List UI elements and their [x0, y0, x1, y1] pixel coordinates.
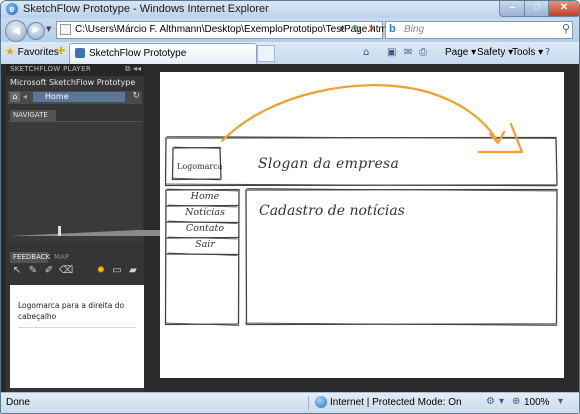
back-arrow-icon[interactable]: ◂ [23, 92, 27, 101]
page-menu[interactable]: Page ▾ [445, 46, 476, 60]
select-tool-icon[interactable]: ↖ [11, 265, 23, 277]
feedback-area[interactable]: Logomarca para a direita do cabeçalho [10, 285, 144, 388]
tools-menu-label: Tools [512, 47, 536, 58]
help-icon[interactable]: ? [545, 47, 550, 58]
feedback-divider [18, 327, 136, 328]
search-box[interactable]: b Bing ⚲ [385, 21, 573, 39]
refresh-icon[interactable]: ↻ [350, 23, 364, 37]
sketchflow-title: SKETCHFLOW PLAYER [10, 65, 91, 73]
page-icon [60, 24, 71, 35]
zoom-slider-handle[interactable] [58, 226, 61, 236]
page-menu-label: Page [445, 47, 469, 58]
eraser-tool-icon[interactable]: ⌫ [59, 265, 73, 277]
internet-zone-icon [315, 396, 327, 408]
protected-mode-icon[interactable]: ⚙ [486, 396, 495, 407]
feedback-tabs: FEEDBACK MAP [8, 252, 142, 263]
browser-window: e SketchFlow Prototype - Windows Interne… [0, 0, 580, 414]
browser-tab[interactable]: SketchFlow Prototype [69, 43, 257, 64]
new-tab-button[interactable] [257, 45, 275, 62]
folder-icon[interactable]: ▰ [127, 265, 139, 277]
security-zone[interactable]: Internet | Protected Mode: On [330, 397, 462, 408]
lightbulb-icon[interactable]: ✹ [95, 265, 107, 277]
history-dropdown-icon[interactable]: ▼ [46, 25, 51, 33]
menu-item-sair[interactable]: Sair [168, 239, 242, 250]
prototype-canvas: Logomarca Slogan da empresa Home Notícia… [160, 72, 564, 378]
tab-page-icon [75, 48, 85, 58]
home-icon[interactable]: ⌂ [10, 92, 20, 102]
back-button[interactable]: ◀ [5, 20, 27, 42]
panel-window-icons[interactable]: ⧉ ◂◂ [125, 64, 141, 74]
minimize-button[interactable]: – [499, 1, 526, 17]
favorites-star-icon: ★ [5, 46, 15, 58]
tab-map[interactable]: MAP [54, 252, 69, 263]
home-icon[interactable]: ⌂ [363, 47, 369, 58]
current-screen-field[interactable]: Home [33, 92, 125, 102]
feedback-toolbar: ↖ ✎ ✐ ⌫ ✹ ▭ ▰ [8, 264, 142, 278]
forward-button[interactable]: ▶ [27, 22, 45, 40]
annotation-arrow [220, 84, 524, 154]
zoom-icon[interactable]: ⊕ [512, 396, 520, 407]
address-row: ◀ ▶ ▼ C:\Users\Márcio F. Althmann\Deskto… [1, 18, 579, 42]
marker-tool-icon[interactable]: ✐ [43, 265, 55, 277]
tools-menu[interactable]: Tools ▾ [512, 46, 543, 60]
pen-tool-icon[interactable]: ✎ [27, 265, 39, 277]
favorites-label: Favorites [17, 47, 59, 58]
favorites-bar: ★ Favorites ✚ SketchFlow Prototype ⌂ ▣ ✉… [1, 42, 579, 65]
tab-feedback[interactable]: FEEDBACK [10, 252, 50, 263]
navigate-area [8, 121, 142, 242]
page-content: SKETCHFLOW PLAYER ⧉ ◂◂ Microsoft SketchF… [1, 64, 579, 392]
menu-item-noticias[interactable]: Notícias [168, 207, 242, 218]
address-field[interactable]: C:\Users\Márcio F. Althmann\Desktop\Exem… [56, 21, 389, 39]
mail-icon[interactable]: ✉ [404, 47, 412, 58]
navigation-bar: ⌂ ◂ Home ↻ [8, 91, 142, 104]
search-placeholder[interactable]: Bing [404, 24, 424, 35]
search-icon[interactable]: ⚲ [562, 22, 570, 35]
zoom-level[interactable]: 100% [524, 397, 550, 408]
zoom-dropdown-icon[interactable]: ▾ [558, 396, 563, 407]
ie-logo-icon: e [6, 3, 18, 15]
favorites-button[interactable]: ★ Favorites [5, 44, 59, 60]
stop-icon[interactable]: ✕ [365, 23, 379, 37]
maximize-button[interactable]: □ [524, 1, 550, 17]
status-text: Done [6, 397, 30, 408]
feeds-icon[interactable]: ▣ [387, 47, 396, 58]
menu-item-home[interactable]: Home [168, 191, 242, 202]
slogan-text: Slogan da empresa [258, 156, 400, 172]
tab-label: SketchFlow Prototype [89, 48, 187, 59]
title-bar: e SketchFlow Prototype - Windows Interne… [1, 1, 579, 18]
sketchflow-panel: SKETCHFLOW PLAYER ⧉ ◂◂ Microsoft SketchF… [6, 64, 266, 392]
status-dropdown-icon[interactable]: ▾ [499, 396, 504, 407]
print-icon[interactable]: ⎙ [419, 47, 427, 58]
bing-logo-icon: b [389, 23, 396, 35]
sketchflow-header: SKETCHFLOW PLAYER ⧉ ◂◂ [6, 64, 144, 76]
safety-menu[interactable]: Safety ▾ [477, 46, 513, 60]
safety-menu-label: Safety [477, 47, 506, 58]
close-button[interactable]: ✕ [548, 1, 579, 17]
status-bar: Done Internet | Protected Mode: On ⚙ ▾ ⊕… [1, 392, 579, 413]
content-title: Cadastro de notícias [259, 203, 405, 219]
refresh-icon[interactable]: ↻ [132, 91, 140, 101]
feedback-text[interactable]: Logomarca para a direita do cabeçalho [18, 300, 136, 322]
project-title: Microsoft SketchFlow Prototype [10, 78, 136, 87]
address-dropdown-icon[interactable]: ▾ [335, 23, 349, 37]
menu-item-contato[interactable]: Contato [168, 223, 242, 234]
comment-icon[interactable]: ▭ [111, 265, 123, 277]
status-divider [308, 396, 309, 410]
logo-placeholder: Logomarca [177, 162, 223, 171]
window-title: SketchFlow Prototype - Windows Internet … [23, 3, 269, 15]
tab-navigate[interactable]: NAVIGATE [10, 110, 56, 121]
add-favorite-icon[interactable]: ✚ [57, 46, 67, 58]
